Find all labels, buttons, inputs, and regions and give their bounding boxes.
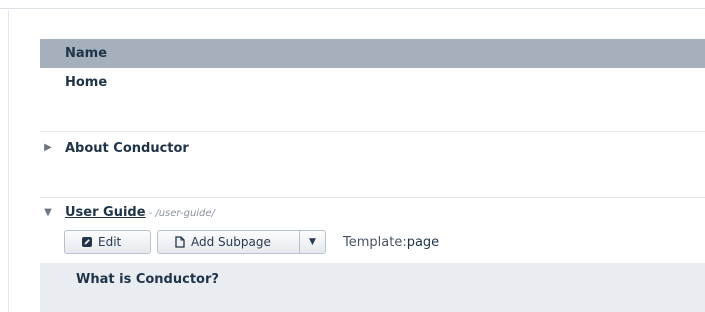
page-row-user-guide[interactable]: ▼ User Guide - /user-guide/ Edit Add Subp… [40, 199, 705, 263]
page-title-what-is-conductor[interactable]: What is Conductor? [76, 272, 219, 287]
add-subpage-label: Add Subpage [191, 235, 271, 249]
table-header: Name [40, 39, 705, 68]
top-bar [0, 0, 705, 9]
caret-down-icon: ▼ [309, 237, 316, 247]
page-row-home[interactable]: Home [40, 68, 705, 132]
page-path: - /user-guide/ [148, 208, 215, 219]
document-icon [175, 236, 185, 248]
page-title-user-guide: User Guide - /user-guide/ [65, 205, 215, 220]
page-title-about-conductor[interactable]: About Conductor [65, 141, 189, 156]
row-actions: Edit Add Subpage ▼ Template:page [64, 230, 439, 254]
expand-triangle-icon[interactable]: ▶ [42, 142, 54, 154]
template-info: Template:page [343, 235, 439, 250]
pencil-square-icon [82, 237, 92, 247]
edit-button-label: Edit [98, 235, 122, 249]
page-row-about-conductor[interactable]: ▶ About Conductor [40, 133, 705, 198]
template-value: page [406, 234, 440, 250]
column-header-name: Name [65, 46, 108, 61]
subpage-row-what-is-conductor[interactable]: What is Conductor? [40, 263, 705, 312]
add-subpage-dropdown-button[interactable]: ▼ [299, 230, 326, 254]
template-label: Template: [343, 234, 407, 250]
left-divider [8, 10, 9, 312]
user-guide-link[interactable]: User Guide [65, 205, 146, 220]
page-title-home[interactable]: Home [65, 75, 107, 90]
add-subpage-button[interactable]: Add Subpage [157, 230, 300, 254]
edit-button[interactable]: Edit [64, 230, 151, 254]
collapse-triangle-icon[interactable]: ▼ [42, 207, 54, 219]
